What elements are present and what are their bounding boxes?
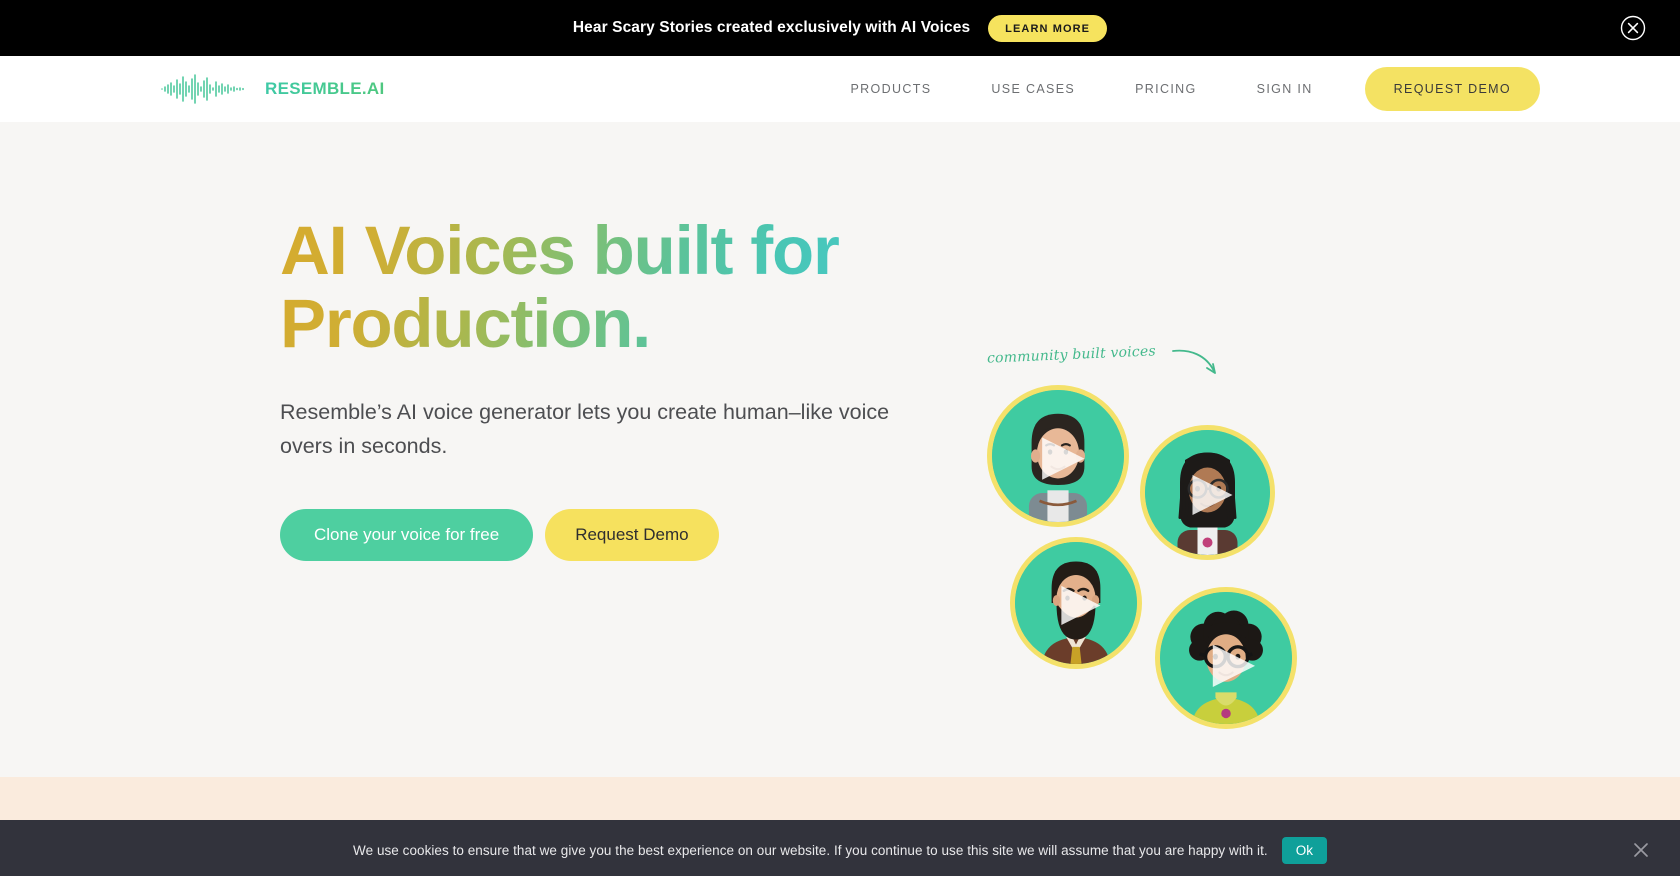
- hero-section: AI Voices built for Production. Resemble…: [0, 122, 1680, 777]
- learn-more-button[interactable]: LEARN MORE: [988, 14, 1108, 42]
- nav-item-sign-in[interactable]: SIGN IN: [1227, 82, 1343, 96]
- site-header: RESEMBLE.AI PRODUCTS USE CASES PRICING S…: [0, 56, 1680, 122]
- cookie-ok-button[interactable]: Ok: [1281, 836, 1327, 864]
- promo-banner-message: Hear Scary Stories created exclusively w…: [572, 19, 971, 36]
- site-logo[interactable]: RESEMBLE.AI: [160, 74, 384, 104]
- request-demo-button[interactable]: Request Demo: [545, 508, 719, 561]
- cream-section: [0, 777, 1680, 820]
- avatar-woman-bob-haircut[interactable]: [987, 385, 1129, 527]
- nav-item-products[interactable]: PRODUCTS: [850, 82, 961, 96]
- avatar-person-curly-hair-glasses[interactable]: [1155, 587, 1297, 729]
- nav-item-use-cases[interactable]: USE CASES: [961, 82, 1105, 96]
- nav-item-pricing[interactable]: PRICING: [1105, 82, 1227, 96]
- hero-subtitle: Resemble’s AI voice generator lets you c…: [280, 400, 890, 458]
- hero-headline: AI Voices built for Production.: [280, 214, 900, 360]
- close-icon[interactable]: [1630, 839, 1652, 861]
- promo-banner: Hear Scary Stories created exclusively w…: [0, 0, 1680, 56]
- clone-voice-button[interactable]: Clone your voice for free: [280, 508, 534, 561]
- logo-text: RESEMBLE.AI: [265, 79, 385, 98]
- cookie-message: We use cookies to ensure that we give yo…: [353, 842, 1268, 858]
- cookie-consent-bar: We use cookies to ensure that we give yo…: [0, 820, 1680, 876]
- hero-headline-line2: Production.: [280, 285, 651, 363]
- curved-arrow-icon: [1170, 345, 1230, 386]
- hero-headline-line1: AI Voices built for: [280, 212, 839, 289]
- request-demo-nav-button[interactable]: REQUEST DEMO: [1364, 67, 1540, 111]
- avatar-woman-glasses-braids[interactable]: [1140, 425, 1275, 560]
- community-built-voices-caption: community built voices: [986, 343, 1157, 367]
- close-circle-icon[interactable]: [1620, 15, 1646, 41]
- main-navigation: PRODUCTS USE CASES PRICING SIGN IN REQUE…: [850, 67, 1640, 111]
- avatar-bearded-man-suit[interactable]: [1010, 537, 1142, 669]
- hero-artwork: community built voices: [975, 337, 1325, 729]
- waveform-icon: [160, 74, 256, 104]
